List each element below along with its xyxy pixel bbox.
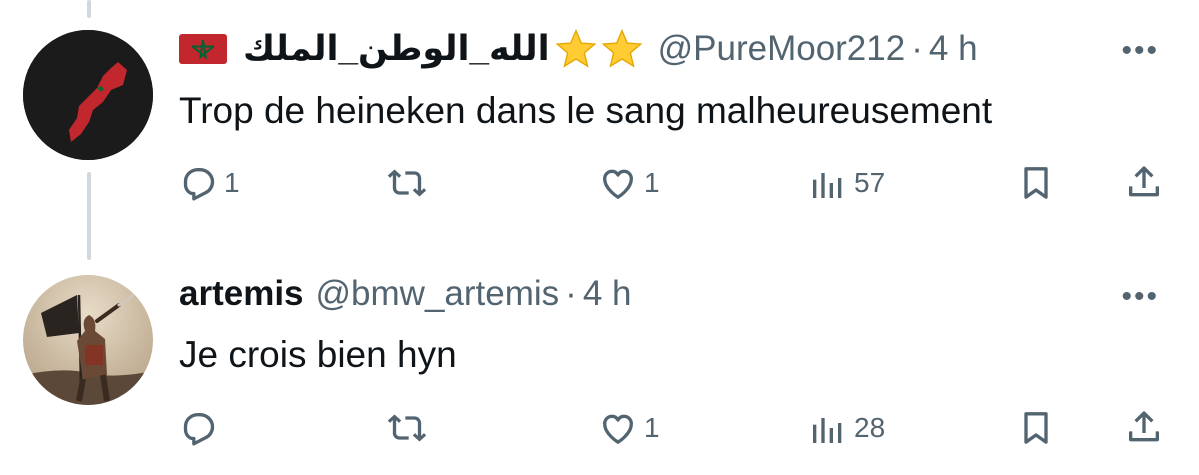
reply-button[interactable]: 1: [178, 163, 240, 203]
separator-dot: ·: [911, 29, 923, 68]
star-icon: [601, 28, 643, 68]
tweet-header: الله_الوطن_الملك @PureMoor212 · 4 h: [179, 27, 978, 71]
bookmark-icon: [1024, 412, 1048, 444]
like-count: 1: [644, 412, 660, 443]
timestamp[interactable]: 4 h: [929, 29, 978, 69]
separator-dot: ·: [565, 274, 577, 313]
thread-line-top: [87, 0, 91, 18]
bookmark-button[interactable]: [1016, 163, 1056, 203]
display-name[interactable]: الله_الوطن_الملك: [243, 29, 550, 69]
warrior-avatar-icon: [23, 275, 153, 405]
timestamp[interactable]: 4 h: [583, 274, 632, 314]
avatar-artemis[interactable]: [23, 275, 153, 405]
star-icon: [555, 28, 597, 68]
like-count: 1: [644, 167, 660, 198]
reply-icon: [183, 413, 215, 446]
tweet-text: Je crois bien hyn: [179, 334, 457, 375]
reply-count: 1: [224, 167, 240, 198]
heart-icon: [603, 414, 633, 444]
reply-button[interactable]: [178, 408, 224, 448]
view-count: 57: [854, 167, 886, 198]
share-icon: [1129, 166, 1159, 197]
views-icon: [813, 173, 842, 198]
avatar-puremoor[interactable]: [23, 30, 153, 160]
retweet-icon: [387, 169, 427, 197]
share-icon: [1129, 411, 1159, 442]
more-options-button[interactable]: •••: [1121, 34, 1159, 68]
like-button[interactable]: 1: [598, 408, 660, 448]
tweet-actions: 1 1 57: [0, 158, 1199, 208]
retweet-icon: [387, 414, 427, 442]
views-button[interactable]: 57: [808, 163, 885, 203]
views-button[interactable]: 28: [808, 408, 885, 448]
retweet-button[interactable]: [386, 408, 428, 448]
share-button[interactable]: [1124, 408, 1164, 448]
like-button[interactable]: 1: [598, 163, 660, 203]
heart-icon: [603, 169, 633, 199]
reply-icon: [183, 168, 215, 201]
views-icon: [813, 418, 842, 443]
more-options-button[interactable]: •••: [1121, 280, 1159, 314]
stars: [554, 28, 644, 70]
view-count: 28: [854, 412, 886, 443]
tweet-actions: 1 28: [0, 403, 1199, 453]
display-name[interactable]: artemis: [179, 274, 304, 314]
retweet-button[interactable]: [386, 163, 428, 203]
morocco-map-icon: [23, 30, 153, 160]
tweet-text: Trop de heineken dans le sang malheureus…: [179, 90, 993, 131]
bookmark-button[interactable]: [1016, 408, 1056, 448]
bookmark-icon: [1024, 167, 1048, 199]
handle[interactable]: @bmw_artemis: [316, 274, 560, 314]
morocco-flag-icon: [179, 34, 227, 64]
share-button[interactable]: [1124, 163, 1164, 203]
handle[interactable]: @PureMoor212: [658, 29, 906, 69]
tweet-header: artemis @bmw_artemis · 4 h: [179, 272, 631, 316]
